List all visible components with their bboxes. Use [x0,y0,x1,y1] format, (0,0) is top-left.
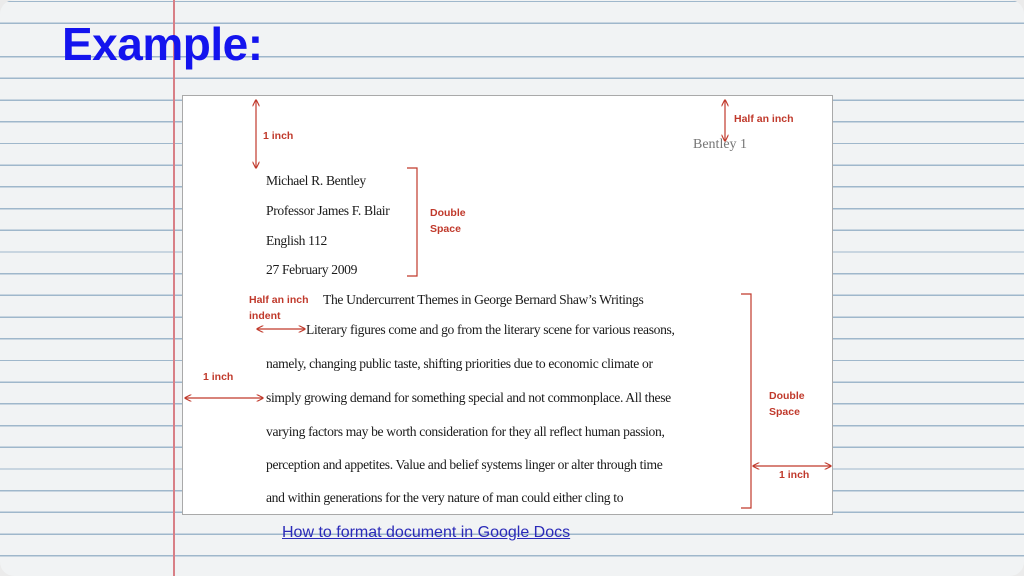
document-sample-image: Bentley 1 Michael R. Bentley Professor J… [182,95,833,515]
heading-line-professor: Professor James F. Blair [266,203,390,218]
body-line: simply growing demand for something spec… [266,390,671,405]
margin-rule-line [173,0,175,576]
header-offset-note: Half an inch [734,113,794,125]
essay-title: The Undercurrent Themes in George Bernar… [323,292,644,307]
right-margin-note: 1 inch [779,469,810,481]
body-double-space-note: Double Space [769,390,805,418]
body-line: Literary figures come and go from the li… [306,322,675,337]
running-header: Bentley 1 [693,137,748,152]
google-docs-format-link[interactable]: How to format document in Google Docs [282,524,570,542]
left-margin-note: 1 inch [203,371,234,383]
indent-note: Half an inch indent [249,294,309,322]
heading-double-space-note: Double Space [430,207,466,235]
heading-line-date: 27 February 2009 [266,262,358,277]
slide-title: Example: [62,18,263,70]
heading-double-space-brace [407,167,418,277]
body-line: namely, changing public taste, shifting … [266,356,653,371]
body-line: and within generations for the very natu… [266,490,624,505]
body-line: varying factors may be worth considerati… [266,424,665,439]
heading-line-name: Michael R. Bentley [266,173,366,188]
body-double-space-brace [741,293,752,509]
heading-line-course: English 112 [266,233,327,248]
body-line: perception and appetites. Value and beli… [266,457,663,472]
top-margin-note: 1 inch [263,130,294,142]
